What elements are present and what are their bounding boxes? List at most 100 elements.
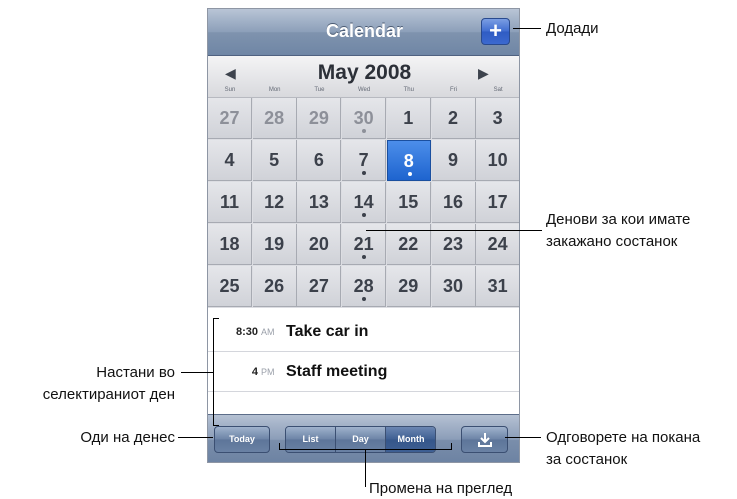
day-number: 11 [219,192,240,212]
day-cell[interactable]: 6 [297,140,342,181]
nav-title: Calendar [325,21,404,41]
day-cell[interactable]: 9 [431,140,476,181]
callout-bracket-views-left [279,443,280,450]
day-cell[interactable]: 2 [431,98,476,139]
today-button[interactable]: Today [214,426,270,453]
day-number: 17 [487,192,508,212]
day-number: 29 [308,108,329,128]
day-number: 27 [219,108,240,128]
weekday-label: Tue [314,87,325,93]
day-cell[interactable]: 30 [431,266,476,307]
day-cell[interactable]: 15 [386,182,431,223]
day-cell[interactable]: 4 [208,140,252,181]
day-cell[interactable]: 1 [386,98,431,139]
event-row[interactable]: 8:30 AM Take car in [208,314,519,352]
day-number: 16 [442,192,464,212]
day-number: 28 [264,108,285,128]
event-row[interactable]: 4 PM Staff meeting [208,354,519,392]
day-cell[interactable]: 12 [252,182,297,223]
weekday-label: Mon [268,87,281,93]
day-number: 10 [487,150,508,170]
callout-bracket-bottom [213,425,219,426]
event-dot-icon [407,172,412,176]
day-cell[interactable]: 18 [208,224,252,265]
day-cell[interactable]: 30 [342,98,387,139]
day-number: 3 [492,108,503,128]
day-cell[interactable]: 29 [386,266,431,307]
callout-line-views [365,449,366,487]
callout-line-today [178,437,213,438]
day-number: 14 [353,192,374,212]
day-number: 26 [264,276,285,296]
callout-selected-line1: Настани во [96,364,175,381]
next-month-icon[interactable]: ▶ [478,65,489,82]
callout-invite-line2: за состанок [546,451,628,468]
day-number: 22 [398,234,419,254]
navigation-bar: Calendar + [208,9,519,56]
day-cell[interactable]: 27 [297,266,342,307]
day-cell[interactable]: 8 [386,140,431,181]
add-event-button[interactable]: + [481,18,510,45]
event-title: Staff meeting [286,363,388,380]
invitations-button[interactable] [461,426,508,453]
event-time: 8:30 [235,326,258,338]
day-number: 19 [264,234,285,254]
day-cell[interactable]: 28 [342,266,387,307]
day-cell[interactable]: 19 [252,224,297,265]
weekday-label: Fri [450,87,457,93]
day-cell[interactable]: 10 [476,140,519,181]
event-title: Take car in [286,323,369,340]
callout-bracket-views-right [451,443,452,450]
callout-add: Додади [546,20,599,37]
callout-line-add [513,28,541,29]
day-cell[interactable]: 20 [297,224,342,265]
month-header: ◀ May 2008 ▶ Sun Mon Tue Wed Thu Fri Sat [208,56,519,98]
event-time: 4 [251,366,258,378]
day-cell[interactable]: 16 [431,182,476,223]
day-cell[interactable]: 28 [252,98,297,139]
callout-days-line1: Денови за кои имате [546,211,691,228]
event-dot-icon [362,129,367,133]
day-cell[interactable]: 14 [342,182,387,223]
weekday-label: Wed [357,87,371,93]
day-number: 7 [358,150,369,170]
day-cell[interactable]: 17 [476,182,519,223]
day-number: 15 [398,192,419,212]
day-number: 9 [447,150,458,170]
day-number: 30 [353,108,374,128]
callout-line-selected [181,372,213,373]
day-number: 13 [308,192,329,212]
callout-bracket-selected [213,318,214,426]
callout-change-view: Промена на преглед [369,480,513,497]
day-cell[interactable]: 31 [476,266,519,307]
day-cell[interactable]: 13 [297,182,342,223]
weekday-label: Sat [493,87,503,93]
day-cell[interactable]: 5 [252,140,297,181]
event-dot-icon [362,255,367,259]
event-dot-icon [362,213,367,217]
download-icon [477,433,492,447]
month-title: May 2008 [317,61,412,84]
callout-line-days [366,230,542,231]
day-number: 12 [264,192,285,212]
day-cell[interactable]: 29 [297,98,342,139]
month-grid: 27 28 29 30 1 2 3 4 5 6 7 8 9 10 11 12 13 14 15 16 17 18 19 20 2… [208,98,519,308]
callout-bracket-top [213,318,219,319]
day-number: 4 [224,150,235,170]
day-number: 28 [353,276,374,296]
day-cell[interactable]: 7 [342,140,387,181]
day-number: 31 [487,276,508,296]
day-cell[interactable]: 3 [476,98,519,139]
day-number: 30 [442,276,464,296]
day-number: 27 [308,276,329,296]
day-number: 20 [308,234,329,254]
day-cell[interactable]: 11 [208,182,252,223]
day-number: 1 [403,108,414,128]
calendar-screen: Calendar + ◀ May 2008 ▶ Sun Mon Tue Wed Thu F… [207,8,520,463]
event-ampm: PM [261,367,275,377]
weekday-label: Sun [224,87,236,93]
day-cell[interactable]: 25 [208,266,252,307]
day-cell[interactable]: 26 [252,266,297,307]
day-cell[interactable]: 27 [208,98,252,139]
weekday-label: Thu [403,87,414,93]
